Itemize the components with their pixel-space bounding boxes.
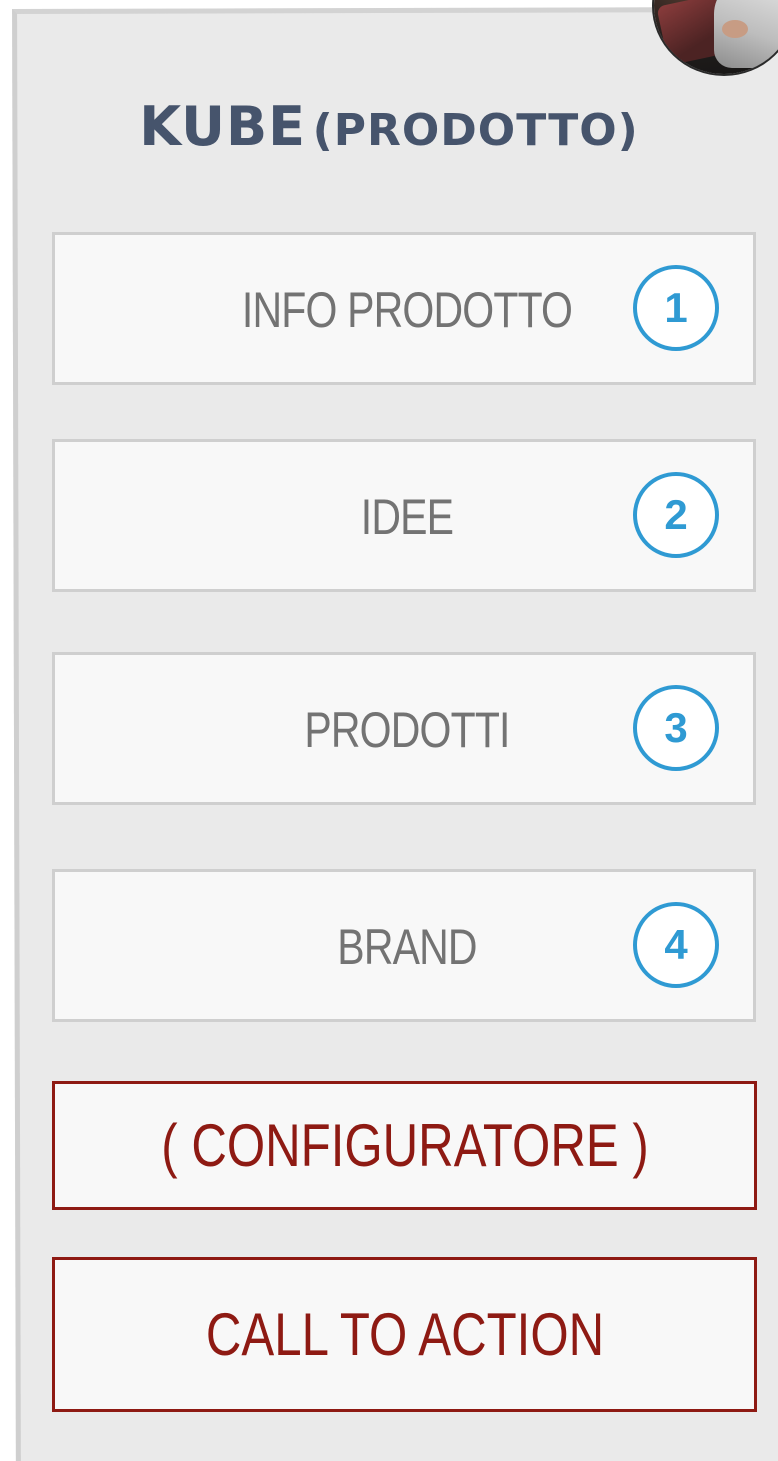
badge-number-3: 3 [633,685,719,771]
call-to-action-button-label: CALL TO ACTION [205,1301,605,1368]
menu-item-info-prodotto[interactable]: INFO PRODOTTO 1 [52,232,756,385]
page-title-sub: (PRODOTTO) [312,105,639,156]
screen: KUBE (PRODOTTO) INFO PRODOTTO 1 IDEE 2 P… [0,0,778,1461]
menu-item-idee[interactable]: IDEE 2 [52,439,756,592]
badge-number-4: 4 [633,902,719,988]
configurator-button[interactable]: ( CONFIGURATORE ) [52,1081,757,1210]
menu-item-prodotti[interactable]: PRODOTTI 3 [52,652,756,805]
menu-item-brand[interactable]: BRAND 4 [52,869,756,1022]
badge-number-2: 2 [633,472,719,558]
page-title-main: KUBE [139,95,307,158]
avatar-hand [722,20,748,38]
menu-item-label: BRAND [337,919,477,975]
menu-item-label: INFO PRODOTTO [241,282,573,338]
badge-number-1: 1 [633,265,719,351]
avatar[interactable] [654,0,778,74]
call-to-action-button[interactable]: CALL TO ACTION [52,1257,757,1412]
menu-item-label: IDEE [360,489,454,545]
configurator-button-label: ( CONFIGURATORE ) [161,1112,649,1179]
page-title: KUBE (PRODOTTO) [0,95,778,158]
menu-item-label: PRODOTTI [304,702,510,758]
